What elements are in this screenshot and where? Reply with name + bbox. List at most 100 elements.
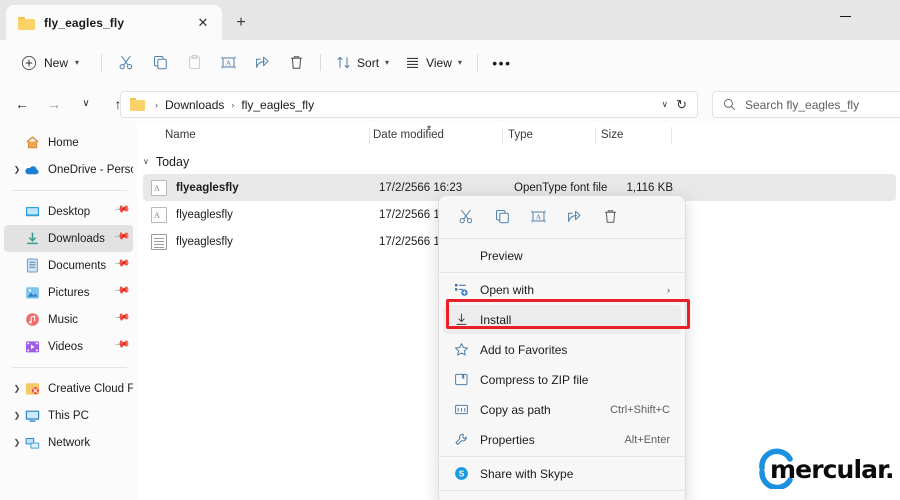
tab-label: fly_eagles_fly xyxy=(44,15,125,30)
command-bar: New ▾ A Sort ▾ View ▾ ••• xyxy=(0,40,900,85)
paste-button[interactable] xyxy=(177,48,211,78)
sidebar-item-pictures[interactable]: Pictures 📌 xyxy=(4,279,133,306)
group-header-today[interactable]: ∨ Today xyxy=(137,149,900,174)
back-button[interactable]: ← xyxy=(8,90,36,118)
font-file-icon xyxy=(151,206,167,223)
group-header-label: Today xyxy=(155,154,190,169)
menu-item-preview[interactable]: Preview xyxy=(443,241,681,270)
file-name: flyeaglesfly xyxy=(176,235,233,248)
sidebar-item-documents[interactable]: Documents 📌 xyxy=(4,252,133,279)
refresh-icon[interactable]: ↻ xyxy=(676,97,693,113)
sidebar-item-label: Desktop xyxy=(48,205,91,218)
pin-icon[interactable]: 📌 xyxy=(113,201,134,221)
new-button[interactable]: New ▾ xyxy=(12,48,88,78)
view-button[interactable]: View ▾ xyxy=(397,48,470,78)
pin-icon[interactable]: 📌 xyxy=(113,228,134,248)
chevron-right-icon[interactable]: ❯ xyxy=(10,384,24,393)
divider xyxy=(12,367,127,368)
forward-button[interactable]: → xyxy=(40,90,68,118)
column-header-name[interactable]: Name xyxy=(165,129,196,141)
sidebar-item-onedrive[interactable]: ❯ OneDrive - Persona xyxy=(4,156,133,183)
breadcrumb-item-downloads[interactable]: Downloads xyxy=(165,98,224,112)
menu-item-label: Preview xyxy=(480,248,523,263)
new-button-label: New xyxy=(44,55,69,70)
menu-item-share-with-skype[interactable]: S Share with Skype xyxy=(443,459,681,488)
menu-item-label: Properties xyxy=(480,432,535,447)
file-type: OpenType font file xyxy=(514,181,608,194)
breadcrumb[interactable]: › Downloads › fly_eagles_fly ∨ ↻ xyxy=(120,91,698,118)
column-header-size[interactable]: Size xyxy=(601,129,623,141)
sidebar-item-this-pc[interactable]: ❯ This PC xyxy=(4,402,133,429)
chevron-down-icon[interactable]: ∨ xyxy=(654,99,677,110)
divider xyxy=(12,190,127,191)
sidebar-item-creative-cloud-files[interactable]: ❯ Creative Cloud Files xyxy=(4,375,133,402)
cut-button[interactable] xyxy=(109,48,143,78)
menu-item-show-more-options[interactable]: Show more options Shift+F10 xyxy=(443,493,681,500)
menu-item-install[interactable]: Install xyxy=(443,305,681,334)
downloads-icon xyxy=(24,231,40,247)
pin-icon[interactable]: 📌 xyxy=(113,336,134,356)
delete-button[interactable] xyxy=(279,48,313,78)
menu-item-copy-as-path[interactable]: Copy as path Ctrl+Shift+C xyxy=(443,395,681,424)
new-tab-button[interactable]: + xyxy=(228,10,254,36)
folder-icon xyxy=(130,98,145,111)
sidebar-item-label: This PC xyxy=(48,409,89,422)
sidebar-item-label: Home xyxy=(48,136,79,149)
share-button[interactable] xyxy=(557,201,592,231)
context-menu-icon-row: A xyxy=(439,196,685,236)
menu-item-open-with[interactable]: Open with › xyxy=(443,275,681,304)
rename-icon: A xyxy=(220,54,237,71)
pin-icon[interactable]: 📌 xyxy=(113,282,134,302)
sidebar-item-music[interactable]: Music 📌 xyxy=(4,306,133,333)
scissors-icon xyxy=(118,54,135,71)
sidebar-item-videos[interactable]: Videos 📌 xyxy=(4,333,133,360)
pin-icon[interactable]: 📌 xyxy=(113,255,134,275)
svg-text:A: A xyxy=(536,212,542,221)
divider xyxy=(439,456,685,457)
chevron-down-icon[interactable]: ∨ xyxy=(143,157,149,166)
recent-locations-button[interactable]: ∨ xyxy=(72,90,100,118)
menu-item-compress-to-zip[interactable]: Compress to ZIP file xyxy=(443,365,681,394)
more-options-button[interactable]: ••• xyxy=(485,48,519,78)
sidebar-item-label: Creative Cloud Files xyxy=(48,382,133,395)
sidebar-item-downloads[interactable]: Downloads 📌 xyxy=(4,225,133,252)
divider xyxy=(439,272,685,273)
wrench-icon xyxy=(452,432,470,447)
rename-button[interactable]: A xyxy=(211,48,245,78)
scissors-icon xyxy=(458,208,475,225)
copy-icon xyxy=(494,208,511,225)
search-input[interactable]: Search fly_eagles_fly xyxy=(712,91,900,118)
sort-label: Sort xyxy=(357,55,380,70)
column-header-type[interactable]: Type xyxy=(508,129,533,141)
chevron-right-icon[interactable]: ❯ xyxy=(10,165,24,174)
share-icon xyxy=(254,54,271,71)
star-icon xyxy=(452,342,470,357)
share-button[interactable] xyxy=(245,48,279,78)
paste-icon xyxy=(186,54,203,71)
font-file-icon xyxy=(151,179,167,196)
menu-item-label: Install xyxy=(480,312,512,327)
tab-fly-eagles-fly[interactable]: fly_eagles_fly ✕ xyxy=(6,5,222,40)
menu-item-properties[interactable]: Properties Alt+Enter xyxy=(443,425,681,454)
minimize-button[interactable] xyxy=(822,0,868,32)
breadcrumb-item-fly-eagles-fly[interactable]: fly_eagles_fly xyxy=(241,98,314,112)
copy-path-icon xyxy=(452,402,470,417)
sidebar-item-home[interactable]: Home xyxy=(4,129,133,156)
sort-button[interactable]: Sort ▾ xyxy=(328,48,397,78)
menu-item-add-to-favorites[interactable]: Add to Favorites xyxy=(443,335,681,364)
copy-button[interactable] xyxy=(143,48,177,78)
column-header-date-modified[interactable]: Date modified xyxy=(373,129,444,141)
sidebar-item-desktop[interactable]: Desktop 📌 xyxy=(4,198,133,225)
svg-text:S: S xyxy=(458,469,464,479)
cut-button[interactable] xyxy=(449,201,484,231)
chevron-down-icon: ▾ xyxy=(457,57,462,67)
delete-button[interactable] xyxy=(593,201,628,231)
address-bar-row: ← → ∨ ↑ › Downloads › fly_eagles_fly ∨ ↻… xyxy=(0,85,900,123)
sidebar-item-network[interactable]: ❯ Network xyxy=(4,429,133,456)
pin-icon[interactable]: 📌 xyxy=(113,309,134,329)
close-icon[interactable]: ✕ xyxy=(192,12,214,34)
rename-button[interactable]: A xyxy=(521,201,556,231)
chevron-right-icon[interactable]: ❯ xyxy=(10,438,24,447)
copy-button[interactable] xyxy=(485,201,520,231)
chevron-right-icon[interactable]: ❯ xyxy=(10,411,24,420)
